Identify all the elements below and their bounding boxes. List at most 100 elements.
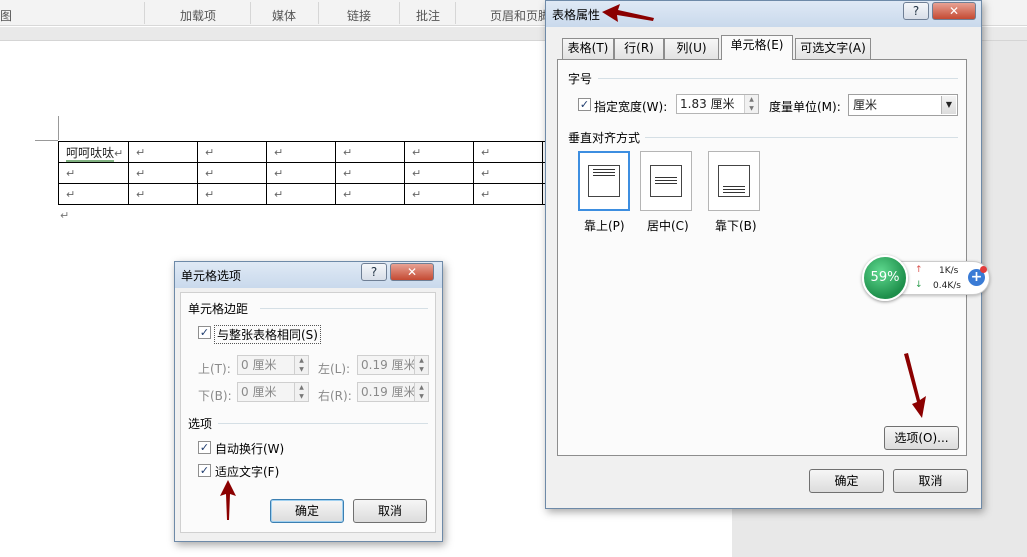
specify-width-label: 指定宽度(W): (594, 100, 668, 114)
network-speed-widget[interactable]: 59% ↑ 1K/s ↓ 0.4K/s + (862, 255, 990, 301)
wrap-text-checkbox[interactable]: ✓ (198, 441, 211, 454)
table-cell[interactable]: ↵ (473, 162, 543, 184)
dialog-titlebar: 单元格选项 ? ✕ (175, 262, 442, 288)
table-cell[interactable]: ↵ (128, 162, 198, 184)
left-margin-value: 0.19 厘米 (361, 358, 416, 372)
memory-usage-ball[interactable]: 59% (862, 255, 908, 301)
table-cell[interactable]: ↵ (197, 183, 267, 205)
table-cell[interactable]: ↵ (58, 162, 129, 184)
table-cell[interactable]: ↵ (266, 183, 336, 205)
align-bottom-label: 靠下(B) (715, 219, 757, 233)
divider (645, 137, 958, 138)
width-input[interactable]: 1.83 厘米 ▲ ▼ (676, 94, 759, 114)
measure-unit-select[interactable]: 厘米 ▼ (848, 94, 958, 116)
top-margin-input[interactable]: 0 厘米 ▲ ▼ (237, 355, 309, 375)
divider (218, 423, 428, 424)
table-cell[interactable]: ↵ (58, 183, 129, 205)
tab-table[interactable]: 表格(T) (562, 38, 614, 59)
help-button[interactable]: ? (361, 263, 387, 281)
right-margin-input[interactable]: 0.19 厘米 ▲ ▼ (357, 382, 429, 402)
close-button[interactable]: ✕ (390, 263, 434, 281)
ribbon-group-comments[interactable]: 批注 (416, 7, 440, 24)
help-button[interactable]: ? (903, 2, 929, 20)
align-middle-icon (650, 165, 682, 197)
ok-button[interactable]: 确定 (809, 469, 884, 493)
ribbon-separator (318, 2, 319, 24)
ribbon-group-illustrations[interactable]: 图 (0, 7, 12, 24)
cancel-button[interactable]: 取消 (353, 499, 427, 523)
para-mark: ↵ (114, 146, 124, 160)
bottom-margin-value: 0 厘米 (241, 385, 277, 399)
table-cell[interactable]: ↵ (473, 141, 543, 163)
align-bottom-icon (718, 165, 750, 197)
table-cell[interactable]: ↵ (404, 183, 474, 205)
table-row: 呵呵呔呔↵ ↵ ↵ ↵ ↵ ↵ ↵ ↵ (58, 141, 612, 163)
dialog-title: 单元格选项 (181, 269, 242, 283)
annotation-arrow-icon (602, 4, 654, 22)
tab-column[interactable]: 列(U) (664, 38, 719, 59)
document-table: 呵呵呔呔↵ ↵ ↵ ↵ ↵ ↵ ↵ ↵ ↵ ↵ ↵ ↵ ↵ ↵ ↵ ↵ ↵ ↵ … (58, 141, 612, 205)
align-middle-option[interactable] (640, 151, 692, 211)
table-row: ↵ ↵ ↵ ↵ ↵ ↵ ↵ ↵ (58, 183, 612, 205)
left-margin-label: 左(L): (318, 362, 351, 376)
table-cell[interactable]: ↵ (335, 141, 405, 163)
table-cell[interactable]: 呵呵呔呔↵ (58, 141, 129, 163)
dialog-title: 表格属性 (552, 8, 601, 22)
ribbon-group-addins[interactable]: 加载项 (180, 7, 216, 24)
ribbon-group-header-footer[interactable]: 页眉和页脚 (490, 7, 550, 24)
ribbon-group-links[interactable]: 链接 (347, 7, 371, 24)
table-cell[interactable]: ↵ (128, 141, 198, 163)
cancel-button[interactable]: 取消 (893, 469, 968, 493)
close-button[interactable]: ✕ (932, 2, 976, 20)
ribbon-separator (144, 2, 145, 24)
spin-arrows-icon[interactable]: ▲ ▼ (294, 356, 308, 374)
crop-mark (35, 140, 58, 141)
vertical-align-section-title: 垂直对齐方式 (568, 131, 641, 145)
bottom-margin-input[interactable]: 0 厘米 ▲ ▼ (237, 382, 309, 402)
table-cell[interactable]: ↵ (128, 183, 198, 205)
bottom-margin-label: 下(B): (198, 389, 232, 403)
spin-arrows-icon[interactable]: ▲ ▼ (744, 95, 758, 113)
specify-width-checkbox[interactable]: ✓ (578, 98, 591, 111)
notification-dot (980, 266, 987, 273)
spin-arrows-icon[interactable]: ▲ ▼ (414, 383, 428, 401)
table-cell[interactable]: ↵ (473, 183, 543, 205)
align-top-label: 靠上(P) (584, 219, 625, 233)
ok-button[interactable]: 确定 (270, 499, 344, 523)
table-cell[interactable]: ↵ (335, 162, 405, 184)
tab-alt-text[interactable]: 可选文字(A) (795, 38, 871, 59)
spin-arrows-icon[interactable]: ▲ ▼ (414, 356, 428, 374)
same-as-table-checkbox[interactable]: ✓ (198, 326, 211, 339)
tab-row[interactable]: 行(R) (614, 38, 664, 59)
paragraph-mark: ↵ (60, 209, 70, 222)
options-section-title: 选项 (188, 417, 213, 431)
spin-arrows-icon[interactable]: ▲ ▼ (294, 383, 308, 401)
fit-text-checkbox[interactable]: ✓ (198, 464, 211, 477)
table-cell[interactable]: ↵ (266, 162, 336, 184)
left-margin-input[interactable]: 0.19 厘米 ▲ ▼ (357, 355, 429, 375)
chevron-down-icon[interactable]: ▼ (941, 96, 956, 114)
table-cell[interactable]: ↵ (335, 183, 405, 205)
measure-unit-label: 度量单位(M): (769, 100, 841, 114)
table-cell[interactable]: ↵ (266, 141, 336, 163)
table-cell[interactable]: ↵ (404, 141, 474, 163)
tab-cell[interactable]: 单元格(E) (721, 35, 793, 60)
table-cell[interactable]: ↵ (197, 162, 267, 184)
align-bottom-option[interactable] (708, 151, 760, 211)
ribbon-separator (399, 2, 400, 24)
upload-arrow-icon: ↑ (915, 265, 923, 275)
table-cell[interactable]: ↵ (404, 162, 474, 184)
align-top-option[interactable] (578, 151, 630, 211)
ribbon-group-media[interactable]: 媒体 (272, 7, 296, 24)
crop-mark (58, 116, 59, 140)
annotation-arrow-icon (220, 480, 236, 520)
cell-margin-section-title: 单元格边距 (188, 302, 249, 316)
options-button[interactable]: 选项(O)... (884, 426, 959, 450)
upload-rate: 1K/s (939, 266, 959, 276)
table-cell[interactable]: ↵ (197, 141, 267, 163)
align-top-icon (588, 165, 620, 197)
wrap-text-label: 自动换行(W) (215, 442, 285, 456)
ribbon-separator (455, 2, 456, 24)
divider (598, 78, 958, 79)
same-as-table-label: 与整张表格相同(S) (214, 325, 321, 344)
